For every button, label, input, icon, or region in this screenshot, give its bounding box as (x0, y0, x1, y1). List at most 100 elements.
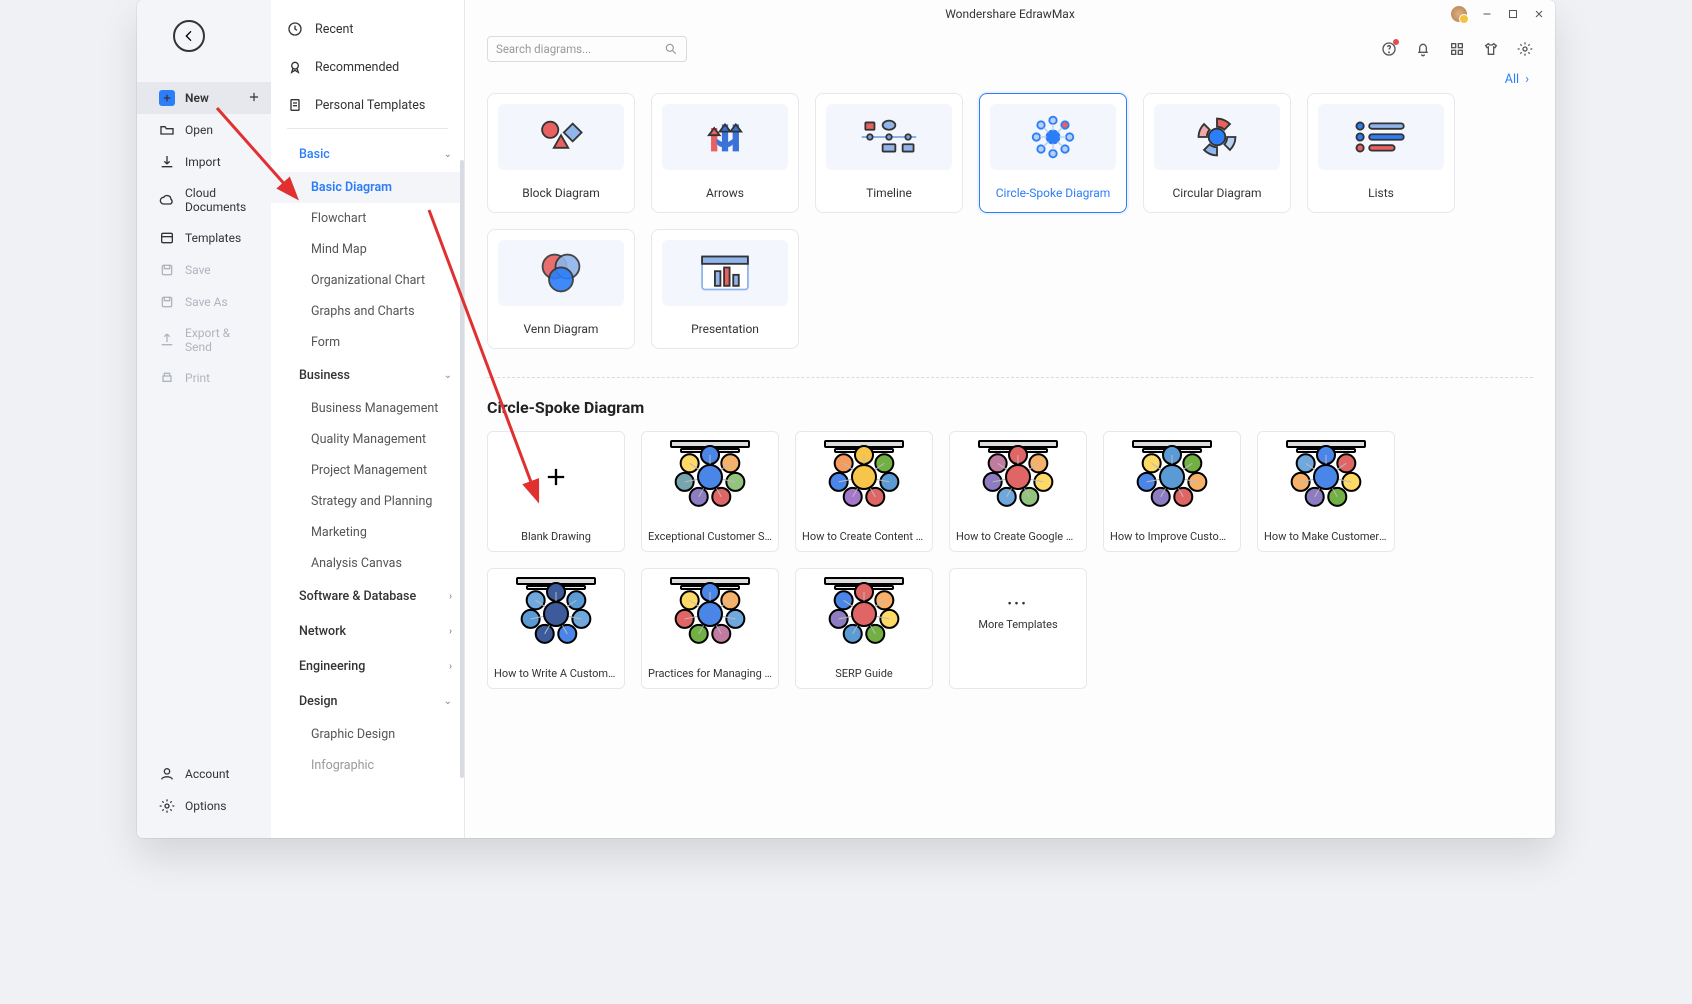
type-card-timeline[interactable]: Timeline (815, 93, 963, 213)
avatar-icon[interactable] (1451, 6, 1467, 22)
chevron-right-icon: › (449, 626, 452, 637)
category-panel: Recent Recommended Personal Templates Ba… (271, 0, 465, 838)
nav-open[interactable]: Open (137, 114, 271, 146)
scrollbar[interactable] (460, 160, 464, 778)
plus-square-icon (159, 90, 175, 106)
plus-icon[interactable] (247, 90, 261, 107)
cat-label: Personal Templates (315, 98, 425, 113)
nav-import[interactable]: Import (137, 146, 271, 178)
cat-basic[interactable]: Basic ⌄ (271, 137, 464, 172)
cat-business[interactable]: Business ⌄ (271, 358, 464, 393)
template-thumb (642, 569, 778, 659)
cat-org-chart[interactable]: Organizational Chart (271, 265, 464, 296)
all-link[interactable]: All › (1505, 72, 1529, 87)
maximize-button[interactable] (1507, 8, 1519, 20)
nav-account[interactable]: Account (137, 758, 271, 790)
template-label: How to Create Google Ads... (950, 522, 1086, 551)
cat-infographic[interactable]: Infographic (271, 750, 464, 781)
cat-basic-diagram[interactable]: Basic Diagram (271, 172, 464, 203)
cat-flowchart[interactable]: Flowchart (271, 203, 464, 234)
all-link-row: All › (465, 72, 1555, 93)
cat-graphs-charts[interactable]: Graphs and Charts (271, 296, 464, 327)
import-icon (159, 154, 175, 170)
gear-icon[interactable] (1517, 41, 1533, 57)
cat-label: Recent (315, 22, 354, 37)
user-icon (159, 766, 175, 782)
template-card[interactable]: How to Make Customers B... (1257, 431, 1395, 552)
cat-graphic-design[interactable]: Graphic Design (271, 719, 464, 750)
help-icon[interactable] (1381, 41, 1397, 57)
cat-sub-label: Strategy and Planning (311, 494, 432, 509)
template-card[interactable]: How to Improve Customer... (1103, 431, 1241, 552)
type-card-lists[interactable]: Lists (1307, 93, 1455, 213)
diagram-type-grid: Block Diagram ArrowsTimeline Circle-Spoke … (465, 93, 1555, 349)
search-input[interactable]: Search diagrams... (487, 36, 687, 62)
nav-label: Export & Send (185, 326, 257, 354)
nav-save[interactable]: Save (137, 254, 271, 286)
nav-cloud-documents[interactable]: Cloud Documents (137, 178, 271, 222)
cat-design[interactable]: Design ⌄ (271, 684, 464, 719)
template-card[interactable]: How to Create Google Ads... (949, 431, 1087, 552)
template-card[interactable]: Blank Drawing (487, 431, 625, 552)
type-card-arrows[interactable]: Arrows (651, 93, 799, 213)
type-card-circle-spoke-diagram[interactable]: Circle-Spoke Diagram (979, 93, 1127, 213)
nav-templates[interactable]: Templates (137, 222, 271, 254)
type-label: Venn Diagram (524, 322, 599, 336)
nav-label: Import (185, 155, 221, 169)
chevron-right-icon: › (449, 591, 452, 602)
cat-label: Basic (299, 147, 330, 162)
template-card[interactable]: SERP Guide (795, 568, 933, 689)
cat-biz-mgmt[interactable]: Business Management (271, 393, 464, 424)
template-label (950, 659, 1086, 688)
template-thumb (1104, 432, 1240, 522)
close-button[interactable] (1533, 8, 1545, 20)
cat-recommended[interactable]: Recommended (271, 48, 464, 86)
nav-save-as[interactable]: Save As (137, 286, 271, 318)
titlebar: Wondershare EdrawMax (465, 0, 1555, 28)
template-label: Practices for Managing Cli... (642, 659, 778, 688)
type-card-circular-diagram[interactable]: Circular Diagram (1143, 93, 1291, 213)
nav-new[interactable]: New (137, 82, 271, 114)
cat-software-db[interactable]: Software & Database › (271, 579, 464, 614)
template-card[interactable]: Exceptional Customer Serv... (641, 431, 779, 552)
cat-project-mgmt[interactable]: Project Management (271, 455, 464, 486)
cat-sub-label: Infographic (311, 758, 374, 773)
cat-analysis-canvas[interactable]: Analysis Canvas (271, 548, 464, 579)
template-label: How to Create Content Ma... (796, 522, 932, 551)
template-card[interactable]: Practices for Managing Cli... (641, 568, 779, 689)
cat-network[interactable]: Network › (271, 614, 464, 649)
cat-personal-templates[interactable]: Personal Templates (271, 86, 464, 124)
grid-icon[interactable] (1449, 41, 1465, 57)
minimize-button[interactable] (1481, 8, 1493, 20)
cat-form[interactable]: Form (271, 327, 464, 358)
template-thumb (642, 432, 778, 522)
shirt-icon[interactable] (1483, 41, 1499, 57)
template-card[interactable]: How to Create Content Ma... (795, 431, 933, 552)
nav-options[interactable]: Options (137, 790, 271, 822)
cat-marketing[interactable]: Marketing (271, 517, 464, 548)
type-label: Block Diagram (522, 186, 600, 200)
nav-export-send[interactable]: Export & Send (137, 318, 271, 362)
cat-mind-map[interactable]: Mind Map (271, 234, 464, 265)
back-button[interactable] (173, 20, 205, 52)
nav-print[interactable]: Print (137, 362, 271, 394)
cat-sub-label: Organizational Chart (311, 273, 425, 288)
toolbar: Search diagrams... (465, 28, 1555, 72)
type-card-block-diagram[interactable]: Block Diagram (487, 93, 635, 213)
template-label: Blank Drawing (488, 522, 624, 551)
nav-label: Print (185, 371, 210, 385)
bell-icon[interactable] (1415, 41, 1431, 57)
type-label: Circle-Spoke Diagram (996, 186, 1111, 200)
file-sidebar: New Open Import Cloud Documents Template… (137, 0, 271, 838)
cat-engineering[interactable]: Engineering › (271, 649, 464, 684)
more-templates-card[interactable]: •••More Templates (949, 568, 1087, 689)
type-card-venn-diagram[interactable]: Venn Diagram (487, 229, 635, 349)
type-card-presentation[interactable]: Presentation (651, 229, 799, 349)
cat-quality-mgmt[interactable]: Quality Management (271, 424, 464, 455)
cat-recent[interactable]: Recent (271, 10, 464, 48)
cat-strategy[interactable]: Strategy and Planning (271, 486, 464, 517)
template-card[interactable]: How to Write A Customer ... (487, 568, 625, 689)
cat-sub-label: Analysis Canvas (311, 556, 402, 571)
type-label: Lists (1368, 186, 1394, 200)
nav-label: Save (185, 263, 211, 277)
